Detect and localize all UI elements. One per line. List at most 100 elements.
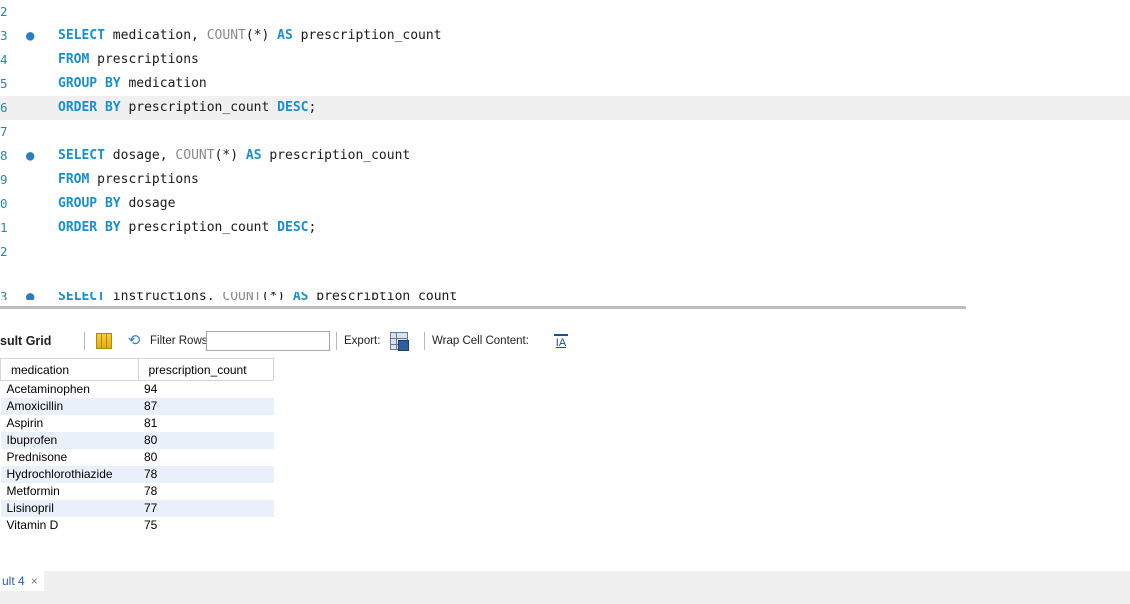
sql-text: (*) [245, 28, 278, 43]
code-text: GROUP BY medication [58, 72, 207, 96]
sql-keyword: ORDER BY [58, 100, 121, 115]
editor-line[interactable]: 3 ● SELECT instructions, COUNT(*) AS presc… [0, 292, 1130, 300]
code-text: ORDER BY prescription_count DESC; [58, 96, 316, 120]
statement-marker-icon: ● [26, 28, 35, 44]
panel-splitter[interactable] [0, 306, 966, 309]
cell-medication[interactable]: Hydrochlorothiazide [0, 466, 138, 483]
column-header-medication[interactable]: medication [0, 358, 139, 381]
cell-prescription-count[interactable]: 80 [138, 432, 274, 449]
sql-function: COUNT [175, 148, 215, 163]
sql-keyword: GROUP BY [58, 76, 121, 91]
table-row[interactable]: Lisinopril 77 [0, 500, 274, 517]
sql-text: prescriptions [89, 172, 199, 187]
cell-medication[interactable]: Ibuprofen [0, 432, 138, 449]
editor-line[interactable]: 5 GROUP BY medication [0, 72, 1130, 96]
editor-line[interactable]: 3 ● SELECT medication, COUNT(*) AS prescri… [0, 24, 1130, 48]
editor-line[interactable]: 1 ORDER BY prescription_count DESC; [0, 216, 1130, 240]
result-toolbar: sult Grid ⟲ Filter Rows: Export: Wrap Ce… [0, 328, 1130, 354]
result-tab-bar: ult 4 × [0, 571, 1130, 604]
editor-line[interactable]: 6 ORDER BY prescription_count DESC; [0, 96, 1130, 120]
table-row[interactable]: Aspirin 81 [1, 415, 274, 432]
code-text: SELECT medication, COUNT(*) AS prescript… [58, 24, 442, 48]
cell-prescription-count[interactable]: 87 [138, 398, 274, 415]
column-header-prescription-count[interactable]: prescription_count [137, 358, 274, 381]
sql-text: prescription_count [120, 100, 278, 115]
table-row[interactable]: Ibuprofen 80 [0, 432, 274, 449]
line-number: 9 [0, 172, 8, 187]
sql-keyword: DESC [277, 220, 309, 235]
cell-medication[interactable]: Metformin [1, 483, 139, 500]
table-row[interactable]: Prednisone 80 [1, 449, 274, 466]
line-number: 4 [0, 52, 8, 67]
editor-line[interactable]: 8 ● SELECT dosage, COUNT(*) AS prescriptio… [0, 144, 1130, 168]
sql-keyword: FROM [58, 52, 90, 67]
cell-prescription-count[interactable]: 81 [138, 415, 274, 432]
cell-prescription-count[interactable]: 94 [138, 381, 274, 399]
toolbar-separator [424, 332, 425, 350]
refresh-icon[interactable]: ⟲ [124, 333, 144, 349]
grid-layout-icon[interactable] [96, 333, 112, 349]
result-grid[interactable]: medication prescription_count Acetaminop… [0, 358, 274, 534]
cell-medication[interactable]: Aspirin [1, 415, 139, 432]
sql-text: dosage [120, 196, 176, 211]
cell-prescription-count[interactable]: 78 [138, 483, 274, 500]
table-row[interactable]: Amoxicillin 87 [0, 398, 274, 415]
line-number: 2 [0, 4, 8, 19]
sql-editor[interactable]: 2 3 ● SELECT medication, COUNT(*) AS prescr… [0, 0, 1130, 300]
sql-function: COUNT [206, 28, 246, 43]
sql-keyword: DESC [277, 100, 309, 115]
sql-keyword: GROUP BY [58, 196, 121, 211]
sql-text: prescriptions [89, 52, 199, 67]
editor-line[interactable]: 0 GROUP BY dosage [0, 192, 1130, 216]
cell-medication[interactable]: Prednisone [1, 449, 139, 466]
wrap-cell-content-label: Wrap Cell Content: [432, 335, 529, 347]
line-number: 1 [0, 220, 8, 235]
sql-keyword: AS [277, 28, 293, 43]
line-number: 2 [0, 244, 8, 259]
cell-medication[interactable]: Vitamin D [1, 517, 139, 534]
editor-line[interactable]: 4 FROM prescriptions [0, 48, 1130, 72]
close-tab-icon[interactable]: × [31, 574, 38, 588]
table-row[interactable]: Metformin 78 [1, 483, 274, 500]
table-row[interactable]: Vitamin D 75 [1, 517, 274, 534]
result-grid-label[interactable]: sult Grid [0, 328, 51, 354]
sql-keyword: SELECT [58, 148, 105, 163]
filter-rows-input[interactable] [206, 331, 330, 351]
wrap-cell-content-icon[interactable]: IA [554, 334, 568, 349]
sql-keyword: ORDER BY [58, 220, 121, 235]
table-row[interactable]: Acetaminophen 94 [1, 381, 274, 399]
sql-text: medication, [104, 28, 207, 43]
cell-medication[interactable]: Acetaminophen [1, 381, 139, 399]
sql-text: (*) [261, 292, 293, 300]
sql-text: prescription_count [261, 148, 411, 163]
result-tab[interactable]: ult 4 × [0, 571, 44, 591]
editor-line[interactable]: 2 [0, 240, 1130, 264]
code-text: FROM prescriptions [58, 48, 199, 72]
result-tab-label: ult 4 [2, 574, 25, 588]
code-text: SELECT dosage, COUNT(*) AS prescription_… [58, 144, 410, 168]
editor-line[interactable]: 7 [0, 120, 1130, 144]
cell-prescription-count[interactable]: 75 [138, 517, 274, 534]
cell-prescription-count[interactable]: 80 [138, 449, 274, 466]
line-number: 8 [0, 148, 8, 163]
sql-keyword: AS [292, 292, 309, 300]
export-icon[interactable] [390, 332, 409, 351]
table-row[interactable]: Hydrochlorothiazide 78 [0, 466, 274, 483]
sql-function: COUNT [222, 292, 262, 300]
cell-prescription-count[interactable]: 78 [138, 466, 274, 483]
cell-prescription-count[interactable]: 77 [138, 500, 274, 517]
sql-keyword: FROM [58, 172, 90, 187]
code-text: ORDER BY prescription_count DESC; [58, 216, 316, 240]
cell-medication[interactable]: Lisinopril [0, 500, 138, 517]
line-number: 6 [0, 100, 8, 115]
cell-medication[interactable]: Amoxicillin [0, 398, 138, 415]
line-number: 5 [0, 76, 8, 91]
sql-keyword: SELECT [58, 28, 105, 43]
editor-line[interactable]: 2 [0, 0, 1130, 24]
line-number: 7 [0, 124, 8, 139]
line-number: 3 [0, 292, 8, 300]
code-text: GROUP BY dosage [58, 192, 175, 216]
editor-line[interactable]: 9 FROM prescriptions [0, 168, 1130, 192]
toolbar-separator [336, 332, 337, 350]
sql-keyword: SELECT [58, 292, 105, 300]
